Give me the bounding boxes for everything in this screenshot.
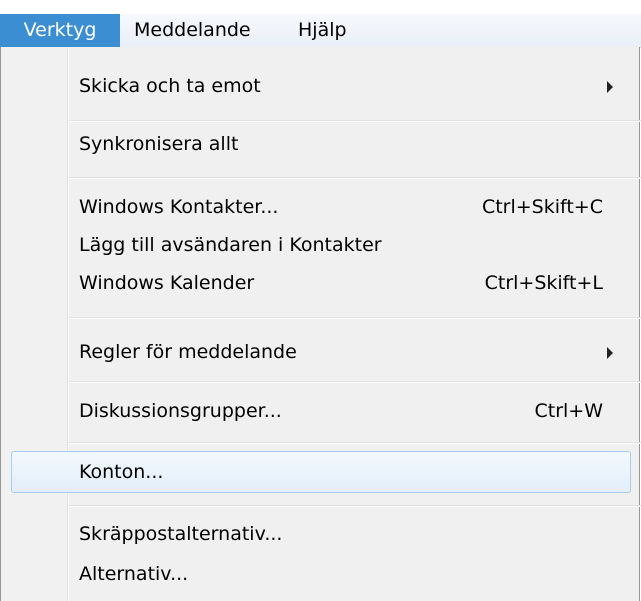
menubar-item-verktyg[interactable]: Verktyg — [0, 14, 120, 47]
menu-separator — [69, 381, 641, 383]
menu-separator — [69, 505, 641, 507]
menu-item-label: Konton... — [79, 461, 164, 483]
menu-item-junk-mail-options[interactable]: Skräppostalternativ... — [11, 515, 631, 553]
menubar-item-meddelande[interactable]: Meddelande — [124, 14, 261, 47]
menu-item-label: Synkronisera allt — [79, 133, 239, 155]
menu-item-newsgroups[interactable]: Diskussionsgrupper... Ctrl+W — [11, 392, 631, 430]
menu-item-shortcut: Ctrl+Skift+C — [481, 196, 603, 218]
menu-item-shortcut: Ctrl+Skift+L — [484, 272, 603, 294]
menu-separator — [69, 442, 641, 444]
tools-dropdown-menu: Skicka och ta emot Synkronisera allt Win… — [0, 47, 641, 601]
menu-item-label: Alternativ... — [79, 563, 189, 585]
menu-item-label: Skräppostalternativ... — [79, 523, 283, 545]
menu-item-send-receive[interactable]: Skicka och ta emot — [11, 67, 631, 105]
menu-item-label: Diskussionsgrupper... — [79, 400, 282, 422]
menu-item-windows-calendar[interactable]: Windows Kalender Ctrl+Skift+L — [11, 264, 631, 302]
menu-item-label: Regler för meddelande — [79, 341, 297, 363]
menu-item-accounts[interactable]: Konton... — [11, 451, 631, 493]
menu-item-add-sender-contacts[interactable]: Lägg till avsändaren i Kontakter — [11, 226, 631, 264]
menu-item-label: Windows Kontakter... — [79, 196, 279, 218]
menu-bar: Verktyg Meddelande Hjälp — [0, 14, 641, 48]
menu-item-options[interactable]: Alternativ... — [11, 555, 631, 593]
submenu-arrow-icon — [607, 81, 613, 93]
menu-item-shortcut: Ctrl+W — [534, 400, 603, 422]
menu-item-label: Windows Kalender — [79, 272, 255, 294]
menubar-item-hjalp[interactable]: Hjälp — [288, 14, 357, 47]
menu-item-label: Lägg till avsändaren i Kontakter — [79, 234, 382, 256]
menu-separator — [69, 120, 641, 122]
menu-separator — [69, 317, 641, 319]
menu-item-message-rules[interactable]: Regler för meddelande — [11, 333, 631, 371]
screenshot-stage: Verktyg Meddelande Hjälp Skicka och ta e… — [0, 0, 641, 601]
submenu-arrow-icon — [607, 347, 613, 359]
menu-item-windows-contacts[interactable]: Windows Kontakter... Ctrl+Skift+C — [11, 188, 631, 226]
menu-item-label: Skicka och ta emot — [79, 75, 261, 97]
menu-item-sync-all[interactable]: Synkronisera allt — [11, 125, 631, 163]
menu-separator — [69, 177, 641, 179]
